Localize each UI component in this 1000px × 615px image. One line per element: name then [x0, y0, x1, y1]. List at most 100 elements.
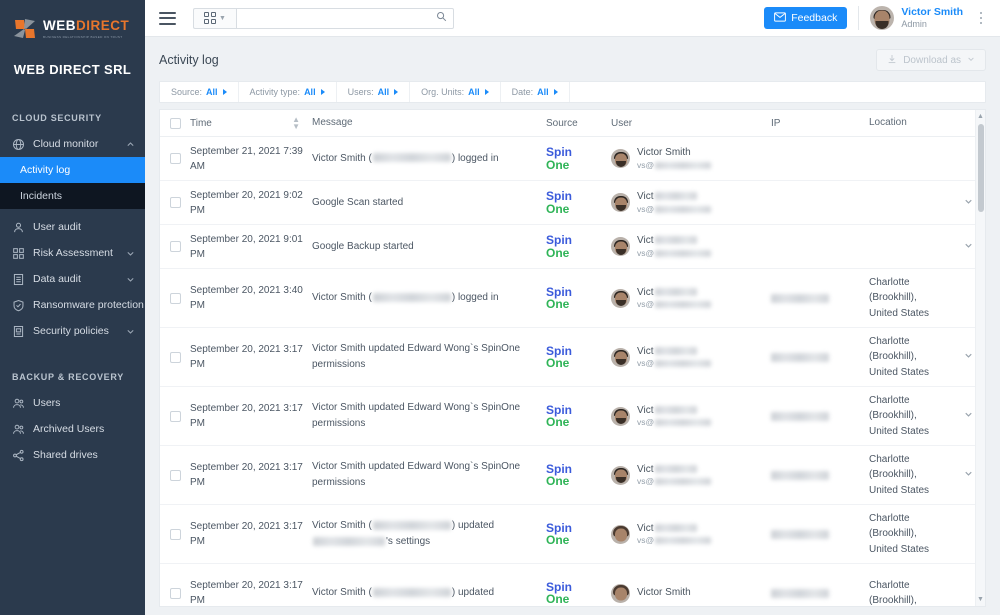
row-checkbox[interactable] — [169, 469, 181, 481]
sidebar-item-shared-drives[interactable]: Shared drives — [0, 442, 145, 468]
cell-user: Vict vs@ — [611, 387, 771, 445]
app-switcher-button[interactable]: ▼ — [193, 7, 236, 29]
column-time[interactable]: Time ▲ ▼ — [190, 115, 312, 130]
sort-icon[interactable]: ▲ ▼ — [292, 115, 300, 130]
scroll-up-icon[interactable]: ▲ — [977, 113, 984, 120]
spinone-logo: Spin One — [546, 145, 572, 172]
sidebar-item-ransomware-protection[interactable]: Ransomware protection — [0, 292, 145, 318]
cell-ip — [771, 387, 869, 445]
sidebar-item-label: Data audit — [33, 273, 81, 285]
user-name: Vict — [637, 404, 711, 418]
search-box[interactable] — [236, 7, 454, 29]
row-select-cell[interactable] — [160, 564, 190, 606]
user-name: Vict — [637, 190, 711, 204]
table-scrollbar[interactable]: ▲ ▼ — [975, 110, 985, 606]
table-row[interactable]: September 20, 2021 9:01 PM Google Backup … — [160, 225, 985, 269]
table-row[interactable]: September 20, 2021 3:17 PM Victor Smith u… — [160, 446, 985, 505]
user-name: Vict — [637, 234, 711, 248]
redacted-email — [313, 536, 385, 546]
column-header-label: IP — [771, 117, 781, 129]
chevron-down-icon[interactable] — [963, 240, 974, 254]
cell-user: Victor Smith — [611, 564, 771, 606]
row-select-cell[interactable] — [160, 387, 190, 445]
chevron-down-icon[interactable] — [963, 409, 974, 423]
column-header-label: Message — [312, 117, 353, 128]
sidebar-item-activity-log[interactable]: Activity log — [0, 157, 145, 183]
row-select-cell[interactable] — [160, 225, 190, 268]
chevron-down-icon[interactable] — [963, 196, 974, 210]
cell-user: Vict vs@ — [611, 225, 771, 268]
redacted-email — [655, 478, 712, 486]
filter-value: All — [377, 87, 390, 97]
redacted-ip — [771, 470, 829, 480]
table-row[interactable]: September 21, 2021 7:39 AM Victor Smith (… — [160, 137, 985, 181]
filter-activity-type[interactable]: Activity type: All — [239, 82, 337, 102]
search-input[interactable] — [245, 12, 436, 24]
sidebar-item-cloud-monitor[interactable]: Cloud monitor — [0, 131, 145, 157]
row-select-cell[interactable] — [160, 505, 190, 563]
sidebar-item-archived-users[interactable]: Archived Users — [0, 416, 145, 442]
sidebar-item-users[interactable]: Users — [0, 390, 145, 416]
row-select-cell[interactable] — [160, 137, 190, 180]
filter-users[interactable]: Users: All — [337, 82, 411, 102]
message-value: Victor Smith updated Edward Wong`s SpinO… — [312, 343, 521, 370]
redacted-email — [655, 249, 712, 257]
table-row[interactable]: September 20, 2021 3:17 PM Victor Smith u… — [160, 387, 985, 446]
logo-text-direct: DIRECT — [76, 18, 130, 34]
download-as-label: Download as — [903, 54, 961, 66]
filter-label: Org. Units: — [421, 87, 465, 97]
scrollbar-thumb[interactable] — [978, 124, 984, 212]
search-icon[interactable] — [436, 9, 447, 27]
row-checkbox[interactable] — [169, 197, 181, 208]
grid-apps-icon — [204, 12, 217, 24]
row-checkbox[interactable] — [169, 410, 181, 422]
sidebar-item-security-policies[interactable]: Security policies — [0, 318, 145, 344]
globe-icon — [12, 138, 25, 151]
kebab-menu-icon[interactable] — [972, 7, 990, 29]
cell-user: Vict vs@ — [611, 181, 771, 224]
table-row[interactable]: September 20, 2021 3:17 PM Victor Smith (… — [160, 505, 985, 564]
sidebar-item-incidents[interactable]: Incidents — [0, 183, 145, 209]
filter-date[interactable]: Date: All — [501, 82, 570, 102]
download-as-button[interactable]: Download as — [876, 49, 986, 71]
redacted-email — [655, 537, 712, 545]
row-select-cell[interactable] — [160, 181, 190, 224]
table-row[interactable]: September 20, 2021 9:02 PM Google Scan st… — [160, 181, 985, 225]
user-menu[interactable]: Victor Smith Admin — [870, 6, 963, 30]
column-location: Location — [869, 115, 951, 131]
row-checkbox[interactable] — [169, 587, 181, 599]
cell-source: Spin One — [546, 269, 611, 327]
chevron-down-icon[interactable] — [963, 350, 974, 364]
filter-org-units[interactable]: Org. Units: All — [410, 82, 501, 102]
time-value: September 21, 2021 7:39 AM — [190, 145, 303, 172]
sidebar-item-data-audit[interactable]: Data audit — [0, 266, 145, 292]
avatar — [611, 288, 630, 308]
redacted-email — [655, 161, 712, 169]
sidebar-item-risk-assessment[interactable]: Risk Assessment — [0, 240, 145, 266]
row-checkbox[interactable] — [169, 292, 181, 304]
row-checkbox[interactable] — [169, 153, 181, 164]
user-email: vs@ — [637, 535, 712, 546]
chevron-down-icon[interactable] — [963, 468, 974, 482]
column-message: Message — [312, 115, 546, 131]
redacted-name — [654, 192, 697, 201]
select-all-cell[interactable] — [160, 117, 190, 129]
hamburger-icon[interactable] — [159, 11, 176, 25]
filter-source[interactable]: Source: All — [160, 82, 239, 102]
sidebar-item-user-audit[interactable]: User audit — [0, 214, 145, 240]
row-select-cell[interactable] — [160, 446, 190, 504]
scroll-down-icon[interactable]: ▼ — [977, 596, 984, 603]
message-value: Victor Smith () updated 's settings — [312, 518, 494, 550]
table-row[interactable]: September 20, 2021 3:40 PM Victor Smith (… — [160, 269, 985, 328]
feedback-button[interactable]: Feedback — [764, 7, 848, 29]
table-row[interactable]: September 20, 2021 3:17 PM Victor Smith u… — [160, 328, 985, 387]
row-checkbox[interactable] — [169, 351, 181, 363]
row-select-cell[interactable] — [160, 269, 190, 327]
row-checkbox[interactable] — [169, 241, 181, 252]
table-row[interactable]: September 20, 2021 3:17 PM Victor Smith (… — [160, 564, 985, 606]
caret-right-icon — [484, 89, 489, 95]
row-select-cell[interactable] — [160, 328, 190, 386]
row-checkbox[interactable] — [169, 528, 181, 540]
select-all-checkbox[interactable] — [169, 117, 181, 129]
brand-logo[interactable]: WEBDIRECT BUSINESS RELATIONSHIP BASED ON… — [0, 0, 145, 48]
